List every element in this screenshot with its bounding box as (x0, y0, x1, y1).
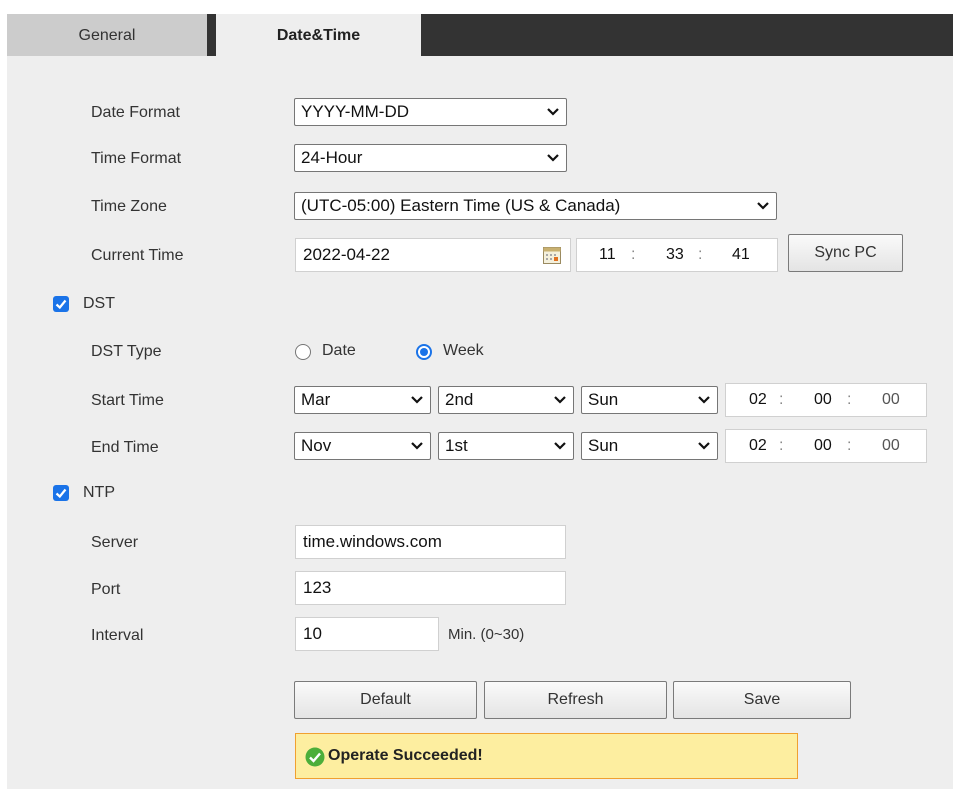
end-time-minute[interactable]: 00 (814, 430, 832, 462)
dst-type-date-radio[interactable] (295, 344, 311, 360)
ntp-label: NTP (83, 484, 115, 501)
end-day-value: Sun (588, 436, 619, 455)
checkmark-icon (55, 299, 67, 310)
end-time-label: End Time (91, 439, 159, 456)
end-time-hour[interactable]: 02 (749, 430, 767, 462)
chevron-down-icon (554, 396, 566, 404)
end-month-value: Nov (301, 436, 332, 455)
tab-divider (207, 14, 216, 56)
dst-label: DST (83, 295, 115, 312)
time-separator: : (698, 246, 703, 263)
tab-date-time[interactable]: Date&Time (216, 14, 421, 56)
start-week-select[interactable]: 2nd (438, 386, 574, 414)
chevron-down-icon (698, 396, 710, 404)
time-format-value: 24-Hour (301, 148, 363, 167)
time-zone-select[interactable]: (UTC-05:00) Eastern Time (US & Canada) (294, 192, 777, 220)
time-separator: : (847, 391, 852, 408)
save-button[interactable]: Save (673, 681, 851, 719)
interval-input[interactable]: 10 (295, 617, 439, 651)
chevron-down-icon (411, 396, 423, 404)
dst-checkbox[interactable] (53, 296, 69, 312)
current-time-input[interactable]: 11 : 33 : 41 (576, 238, 778, 272)
current-time-minute[interactable]: 33 (666, 239, 684, 271)
dst-type-label: DST Type (91, 343, 162, 360)
current-date-value: 2022-04-22 (303, 245, 390, 264)
success-check-icon (305, 747, 325, 767)
end-week-select[interactable]: 1st (438, 432, 574, 460)
calendar-icon[interactable] (543, 246, 561, 264)
time-separator: : (779, 391, 784, 408)
end-day-select[interactable]: Sun (581, 432, 718, 460)
chevron-down-icon (698, 442, 710, 450)
start-month-select[interactable]: Mar (294, 386, 431, 414)
start-time-input[interactable]: 02 : 00 : 00 (725, 383, 927, 417)
end-time-input[interactable]: 02 : 00 : 00 (725, 429, 927, 463)
dst-type-week-radio[interactable] (416, 344, 432, 360)
port-label: Port (91, 581, 121, 598)
date-format-label: Date Format (91, 104, 180, 121)
time-zone-value: (UTC-05:00) Eastern Time (US & Canada) (301, 196, 621, 215)
server-input[interactable]: time.windows.com (295, 525, 566, 559)
refresh-button[interactable]: Refresh (484, 681, 667, 719)
current-time-hour[interactable]: 11 (599, 239, 616, 271)
dst-type-week-label: Week (443, 342, 484, 359)
start-time-hour[interactable]: 02 (749, 384, 767, 416)
date-format-value: YYYY-MM-DD (301, 102, 409, 121)
start-time-label: Start Time (91, 392, 164, 409)
tab-bar: General Date&Time (7, 14, 953, 56)
start-week-value: 2nd (445, 390, 474, 409)
time-separator: : (847, 437, 852, 454)
dst-type-date-label: Date (322, 342, 356, 359)
time-format-label: Time Format (91, 150, 182, 167)
ntp-checkbox[interactable] (53, 485, 69, 501)
chevron-down-icon (757, 202, 769, 210)
time-zone-label: Time Zone (91, 198, 167, 215)
time-separator: : (779, 437, 784, 454)
interval-label: Interval (91, 627, 144, 644)
tab-general[interactable]: General (7, 14, 207, 56)
time-separator: : (631, 246, 636, 263)
chevron-down-icon (547, 154, 559, 162)
start-day-select[interactable]: Sun (581, 386, 718, 414)
start-month-value: Mar (301, 390, 331, 409)
chevron-down-icon (411, 442, 423, 450)
sync-pc-button[interactable]: Sync PC (788, 234, 903, 272)
start-day-value: Sun (588, 390, 619, 409)
current-time-second[interactable]: 41 (732, 239, 750, 271)
settings-panel: General Date&Time Date Format YYYY-MM-DD… (7, 14, 953, 789)
interval-value: 10 (303, 624, 322, 643)
end-month-select[interactable]: Nov (294, 432, 431, 460)
start-time-second[interactable]: 00 (882, 384, 900, 416)
end-time-second[interactable]: 00 (882, 430, 900, 462)
interval-unit-hint: Min. (0~30) (448, 626, 525, 643)
port-value: 123 (303, 578, 332, 597)
current-time-label: Current Time (91, 247, 184, 264)
status-message: Operate Succeeded! (295, 733, 798, 779)
status-text: Operate Succeeded! (328, 747, 483, 764)
server-label: Server (91, 534, 139, 551)
checkmark-icon (55, 488, 67, 499)
start-time-minute[interactable]: 00 (814, 384, 832, 416)
port-input[interactable]: 123 (295, 571, 566, 605)
date-format-select[interactable]: YYYY-MM-DD (294, 98, 567, 126)
chevron-down-icon (547, 108, 559, 116)
end-week-value: 1st (445, 436, 468, 455)
chevron-down-icon (554, 442, 566, 450)
default-button[interactable]: Default (294, 681, 477, 719)
time-format-select[interactable]: 24-Hour (294, 144, 567, 172)
server-value: time.windows.com (303, 532, 442, 551)
current-date-input[interactable]: 2022-04-22 (295, 238, 571, 272)
